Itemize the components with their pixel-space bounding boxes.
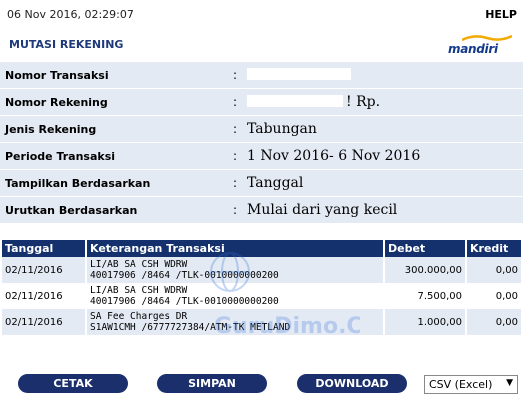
cell-debet: 7.500,00	[384, 283, 467, 309]
transaction-table: Tanggal Keterangan Transaksi Debet Kredi…	[2, 240, 521, 335]
info-row-periode-transaksi: Periode Transaksi : 1 Nov 2016- 6 Nov 20…	[0, 143, 523, 170]
info-value: ! Rp.	[346, 94, 381, 110]
info-colon: :	[233, 95, 238, 109]
cell-kredit: 0,00	[466, 309, 521, 335]
redacted-value	[247, 95, 343, 107]
column-header-keterangan: Keterangan Transaksi	[86, 240, 385, 257]
cetak-button[interactable]: CETAK	[18, 374, 128, 393]
description-line: LI/AB SA CSH WDRW	[90, 285, 188, 296]
info-colon: :	[233, 68, 238, 82]
info-colon: :	[233, 149, 238, 163]
download-button[interactable]: DOWNLOAD	[297, 374, 407, 393]
session-datetime: 06 Nov 2016, 02:29:07	[7, 8, 134, 21]
cell-date: 02/11/2016	[2, 283, 87, 309]
export-format-select[interactable]: CSV (Excel) ▼	[424, 375, 518, 394]
info-label: Nomor Transaksi	[5, 69, 109, 82]
cell-debet: 300.000,00	[384, 257, 467, 283]
top-bar: 06 Nov 2016, 02:29:07 HELP	[0, 0, 523, 28]
redacted-value	[247, 68, 351, 80]
table-row: 02/11/2016 SA Fee Charges DR S1AW1CMH /6…	[2, 309, 521, 335]
description-line: SA Fee Charges DR	[90, 311, 188, 322]
column-header-tanggal: Tanggal	[2, 240, 87, 257]
info-row-urutkan: Urutkan Berdasarkan : Mulai dari yang ke…	[0, 197, 523, 224]
info-label: Periode Transaksi	[5, 150, 116, 163]
column-header-debet: Debet	[384, 240, 467, 257]
info-label: Jenis Rekening	[5, 123, 97, 136]
info-label: Tampilkan Berdasarkan	[5, 177, 151, 190]
info-label: Urutkan Berdasarkan	[5, 204, 138, 217]
table-row: 02/11/2016 LI/AB SA CSH WDRW 40017906 /8…	[2, 283, 521, 309]
info-value: Tanggal	[247, 175, 304, 191]
description-line: S1AW1CMH /6777727384/ATM-TK METLAND	[90, 322, 291, 333]
description-line: 40017906 /8464 /TLK-0010000000200	[90, 296, 279, 307]
logo-wave-icon	[462, 35, 512, 41]
mandiri-logo: mandiri	[446, 33, 512, 57]
info-value: Tabungan	[247, 121, 317, 137]
cell-description: LI/AB SA CSH WDRW 40017906 /8464 /TLK-00…	[86, 283, 385, 309]
column-header-kredit: Kredit	[466, 240, 521, 257]
cell-description: LI/AB SA CSH WDRW 40017906 /8464 /TLK-00…	[86, 257, 385, 283]
info-colon: :	[233, 122, 238, 136]
info-row-nomor-transaksi: Nomor Transaksi :	[0, 62, 523, 89]
chevron-down-icon: ▼	[506, 378, 513, 388]
cell-kredit: 0,00	[466, 283, 521, 309]
cell-description: SA Fee Charges DR S1AW1CMH /6777727384/A…	[86, 309, 385, 335]
table-row: 02/11/2016 LI/AB SA CSH WDRW 40017906 /8…	[2, 257, 521, 283]
cell-kredit: 0,00	[466, 257, 521, 283]
info-value: Mulai dari yang kecil	[247, 202, 398, 218]
table-header-row: Tanggal Keterangan Transaksi Debet Kredi…	[2, 240, 521, 257]
info-value: 1 Nov 2016- 6 Nov 2016	[247, 148, 421, 164]
account-info: Nomor Transaksi : Nomor Rekening : ! Rp.…	[0, 62, 523, 224]
simpan-button[interactable]: SIMPAN	[157, 374, 267, 393]
cell-debet: 1.000,00	[384, 309, 467, 335]
description-line: 40017906 /8464 /TLK-0010000000200	[90, 270, 279, 281]
cell-date: 02/11/2016	[2, 257, 87, 283]
info-colon: :	[233, 176, 238, 190]
help-link[interactable]: HELP	[485, 8, 517, 21]
export-format-value: CSV (Excel)	[429, 378, 493, 391]
page-title: MUTASI REKENING	[9, 38, 124, 51]
info-colon: :	[233, 203, 238, 217]
info-row-nomor-rekening: Nomor Rekening : ! Rp.	[0, 89, 523, 116]
info-label: Nomor Rekening	[5, 96, 108, 109]
description-line: LI/AB SA CSH WDRW	[90, 259, 188, 270]
info-row-tampilkan: Tampilkan Berdasarkan : Tanggal	[0, 170, 523, 197]
cell-date: 02/11/2016	[2, 309, 87, 335]
info-row-jenis-rekening: Jenis Rekening : Tabungan	[0, 116, 523, 143]
logo-text: mandiri	[448, 42, 498, 56]
